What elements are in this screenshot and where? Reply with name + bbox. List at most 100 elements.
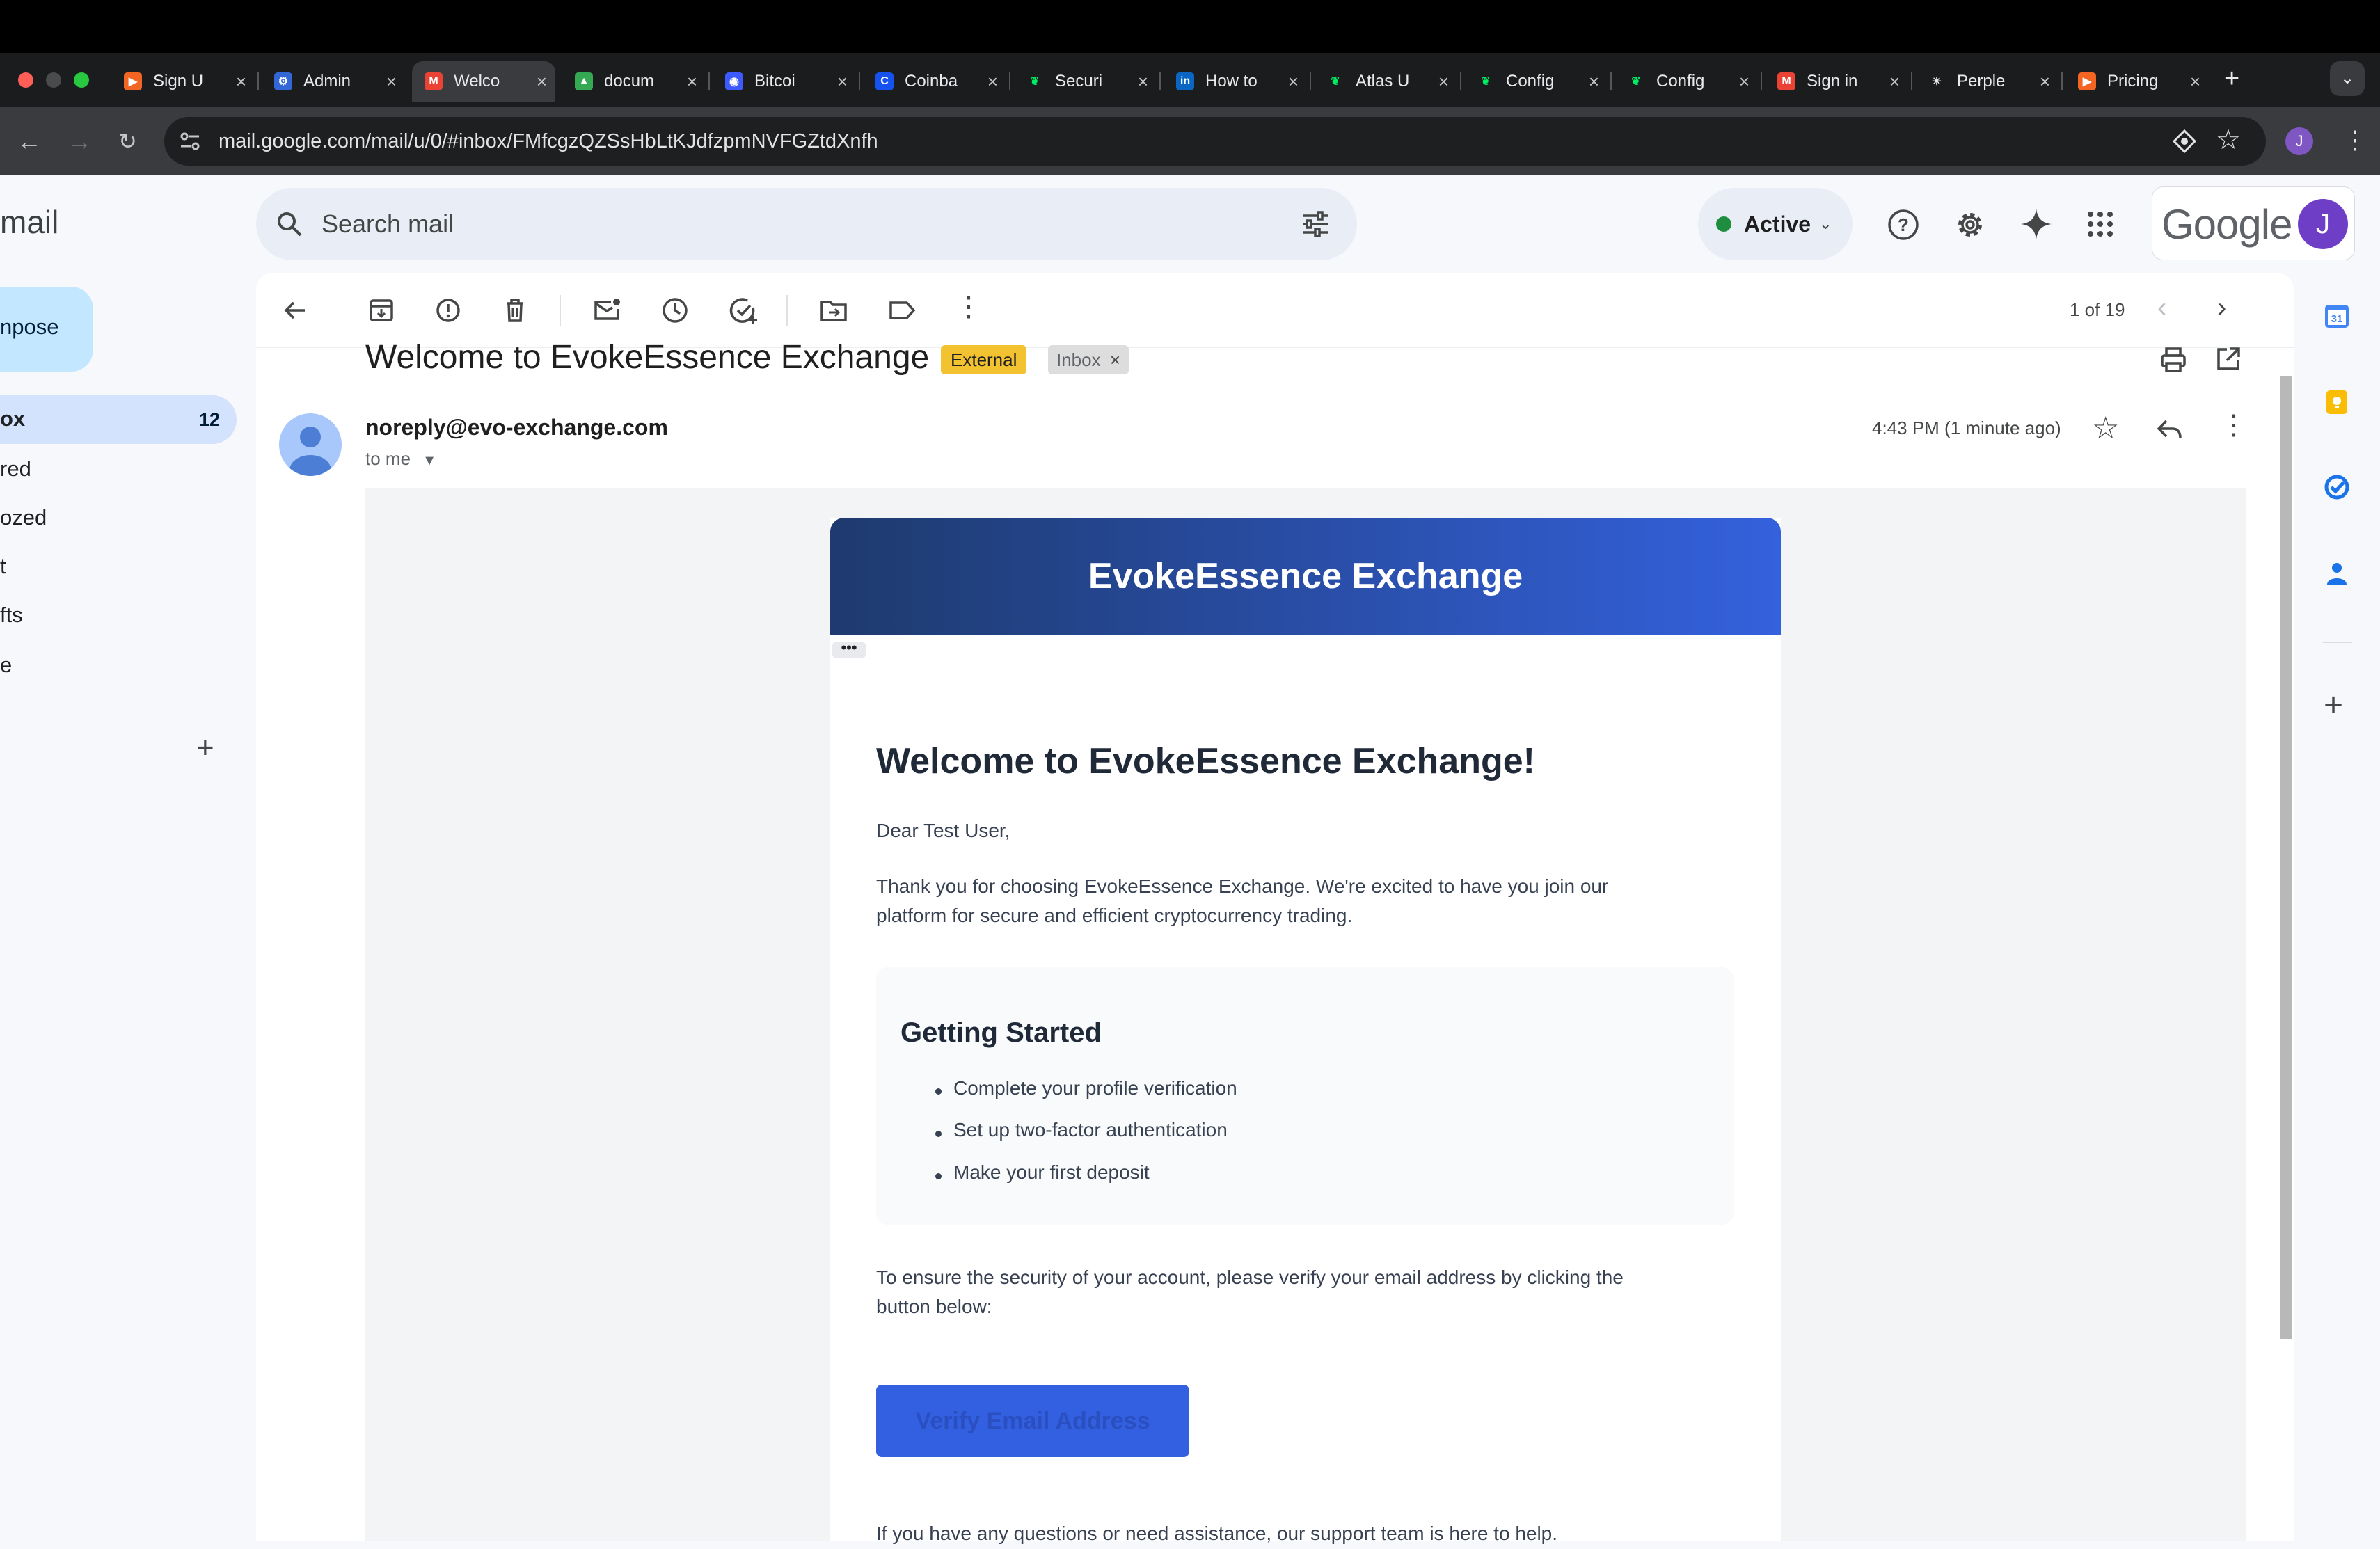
reply-icon[interactable] bbox=[2155, 415, 2184, 444]
tab-14[interactable]: ▶ Pricing × bbox=[2065, 61, 2209, 102]
report-spam-icon[interactable] bbox=[433, 295, 463, 326]
close-window-button[interactable] bbox=[18, 72, 33, 88]
support-line: If you have any questions or need assist… bbox=[876, 1523, 1558, 1544]
close-tab-icon[interactable]: × bbox=[687, 71, 697, 93]
move-to-folder-icon[interactable] bbox=[818, 295, 849, 326]
close-tab-icon[interactable]: × bbox=[1138, 71, 1148, 93]
close-tab-icon[interactable]: × bbox=[1739, 71, 1750, 93]
close-tab-icon[interactable]: × bbox=[987, 71, 998, 93]
show-trimmed-content-button[interactable]: ••• bbox=[832, 640, 866, 658]
sidebar-item-starred[interactable]: red bbox=[0, 456, 31, 482]
tab-12[interactable]: M Sign in × bbox=[1765, 61, 1908, 102]
close-tab-icon[interactable]: × bbox=[1589, 71, 1599, 93]
sender-avatar[interactable] bbox=[279, 413, 342, 476]
compose-label[interactable]: npose bbox=[0, 315, 58, 340]
close-tab-icon[interactable]: × bbox=[1438, 71, 1449, 93]
tab-search-button[interactable]: ⌄ bbox=[2330, 61, 2365, 96]
message-pager: 1 of 19 bbox=[2070, 299, 2125, 320]
star-icon[interactable]: ☆ bbox=[2092, 411, 2119, 446]
label-tag-icon[interactable] bbox=[887, 295, 917, 326]
apps-grid-icon[interactable] bbox=[2086, 210, 2114, 238]
lens-icon[interactable] bbox=[2171, 128, 2198, 154]
add-to-tasks-icon[interactable] bbox=[728, 295, 759, 326]
close-tab-icon[interactable]: × bbox=[837, 71, 848, 93]
search-placeholder[interactable]: Search mail bbox=[322, 188, 454, 260]
status-selector[interactable]: Active ⌄ bbox=[1698, 188, 1853, 260]
tab-3[interactable]: M Welco × bbox=[412, 61, 555, 102]
reload-icon[interactable]: ↻ bbox=[118, 127, 137, 155]
maximize-window-button[interactable] bbox=[74, 72, 89, 88]
side-panel-divider bbox=[2323, 642, 2352, 643]
bookmark-star-icon[interactable]: ☆ bbox=[2216, 124, 2241, 156]
search-options-icon[interactable] bbox=[1300, 209, 1331, 239]
tab-2[interactable]: ⚙ Admin × bbox=[262, 61, 405, 102]
contacts-icon[interactable] bbox=[2323, 559, 2351, 587]
tab-6[interactable]: C Coinba × bbox=[863, 61, 1006, 102]
tab-1[interactable]: ▶ Sign U × bbox=[111, 61, 255, 102]
account-avatar[interactable]: J bbox=[2298, 199, 2348, 249]
browser-menu-icon[interactable]: ⋮ bbox=[2342, 125, 2367, 154]
forward-icon[interactable]: → bbox=[67, 127, 92, 155]
close-tab-icon[interactable]: × bbox=[386, 71, 397, 93]
close-tab-icon[interactable]: × bbox=[2190, 71, 2200, 93]
settings-gear-icon[interactable] bbox=[1954, 209, 1986, 241]
close-tab-icon[interactable]: × bbox=[1889, 71, 1900, 93]
help-icon[interactable]: ? bbox=[1887, 209, 1919, 241]
tab-9[interactable]: ❦ Atlas U × bbox=[1314, 61, 1457, 102]
gemini-sparkle-icon[interactable] bbox=[2020, 207, 2053, 241]
url-text[interactable]: mail.google.com/mail/u/0/#inbox/FMfcgzQZ… bbox=[219, 117, 878, 166]
tab-title: Welco bbox=[454, 72, 500, 90]
open-in-new-window-icon[interactable] bbox=[2214, 345, 2242, 373]
print-icon[interactable] bbox=[2159, 345, 2188, 374]
close-tab-icon[interactable]: × bbox=[1288, 71, 1299, 93]
tab-11[interactable]: ❦ Config × bbox=[1615, 61, 1758, 102]
tab-10[interactable]: ❦ Config × bbox=[1464, 61, 1608, 102]
calendar-icon[interactable]: 31 bbox=[2323, 302, 2351, 330]
sender-address[interactable]: noreply@evo-exchange.com bbox=[365, 415, 668, 440]
minimize-window-button[interactable] bbox=[46, 72, 61, 88]
tab-4[interactable]: ▲ docum × bbox=[562, 61, 706, 102]
sidebar-item-inbox-label[interactable]: ox bbox=[0, 406, 25, 431]
close-tab-icon[interactable]: × bbox=[236, 71, 246, 93]
close-tab-icon[interactable]: × bbox=[537, 71, 547, 93]
search-icon[interactable] bbox=[276, 210, 303, 238]
tab-8[interactable]: in How to × bbox=[1164, 61, 1307, 102]
keep-notes-icon[interactable] bbox=[2323, 388, 2351, 416]
archive-icon[interactable] bbox=[366, 295, 397, 326]
sidebar-item-drafts[interactable]: fts bbox=[0, 603, 23, 628]
tab-7[interactable]: ❦ Securi × bbox=[1013, 61, 1157, 102]
tab-title: Config bbox=[1506, 72, 1555, 90]
delete-trash-icon[interactable] bbox=[500, 295, 530, 326]
older-chevron-icon[interactable]: › bbox=[2217, 292, 2226, 324]
message-more-icon[interactable]: ⋮ bbox=[2220, 409, 2248, 441]
mark-unread-icon[interactable] bbox=[592, 295, 622, 326]
site-settings-icon[interactable] bbox=[178, 129, 202, 153]
gmail-logo[interactable]: mail bbox=[0, 203, 58, 241]
more-actions-icon[interactable]: ⋮ bbox=[955, 291, 983, 323]
back-to-inbox-icon[interactable] bbox=[280, 295, 310, 326]
tab-separator bbox=[1610, 72, 1612, 90]
remove-label-icon[interactable]: × bbox=[1110, 349, 1120, 370]
message-subject: Welcome to EvokeEssence Exchange bbox=[365, 339, 930, 376]
sidebar-item-snoozed[interactable]: ozed bbox=[0, 505, 47, 530]
tab-5[interactable]: ◉ Bitcoi × bbox=[713, 61, 856, 102]
recipient-summary[interactable]: to me ▼ bbox=[365, 448, 436, 470]
back-icon[interactable]: ← bbox=[17, 127, 42, 155]
verify-email-button-label[interactable]: Verify Email Address bbox=[876, 1385, 1189, 1457]
newer-chevron-icon[interactable]: ‹ bbox=[2157, 292, 2166, 324]
browser-profile-avatar[interactable]: J bbox=[2285, 127, 2313, 155]
sidebar-item-sent[interactable]: t bbox=[0, 554, 6, 579]
status-dot bbox=[1716, 216, 1731, 232]
details-dropdown-icon[interactable]: ▼ bbox=[422, 453, 436, 468]
tasks-icon[interactable] bbox=[2323, 473, 2351, 501]
create-label-plus-icon[interactable]: + bbox=[196, 731, 214, 765]
close-tab-icon[interactable]: × bbox=[2040, 71, 2050, 93]
snooze-clock-icon[interactable] bbox=[660, 295, 690, 326]
new-tab-button[interactable]: + bbox=[2224, 64, 2239, 94]
get-addons-plus-icon[interactable]: + bbox=[2324, 686, 2343, 724]
inbox-label-chip[interactable]: Inbox × bbox=[1048, 345, 1129, 374]
sidebar-item-more[interactable]: e bbox=[0, 653, 12, 678]
tab-title: Config bbox=[1656, 72, 1705, 90]
scrollbar-thumb[interactable] bbox=[2280, 376, 2292, 1339]
tab-13[interactable]: ✳ Perple × bbox=[1915, 61, 2058, 102]
